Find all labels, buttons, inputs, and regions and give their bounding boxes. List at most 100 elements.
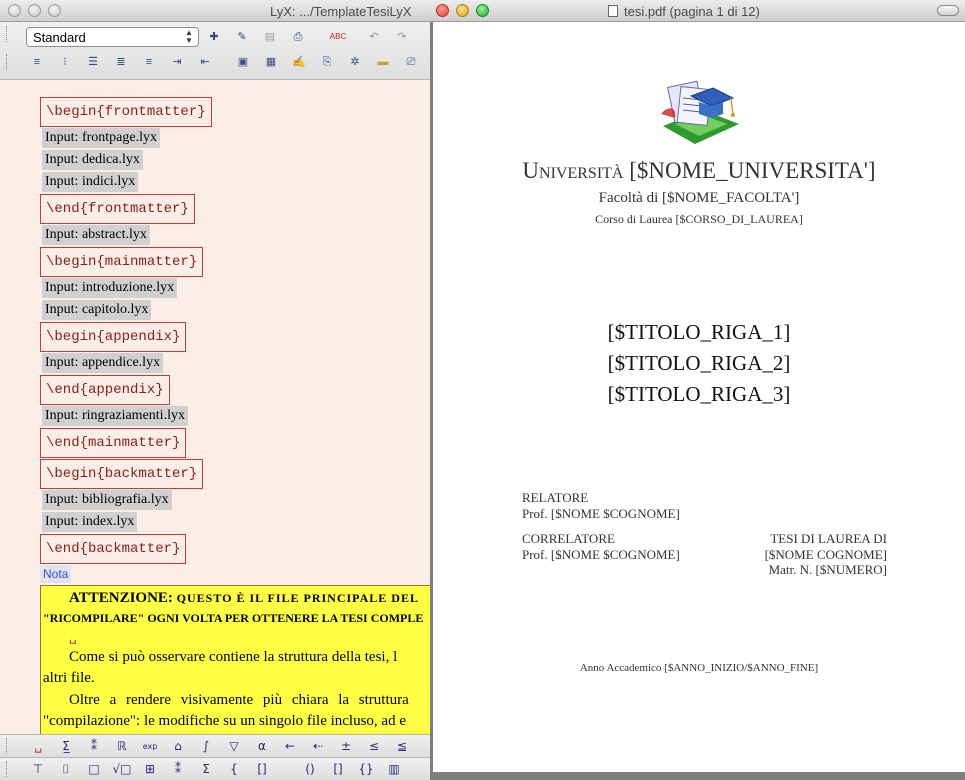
university-name: Università [$NOME_UNIVERSITA']	[522, 158, 876, 183]
math-integral-icon[interactable]: ∫	[196, 738, 216, 755]
math-operator-icon[interactable]: ±	[336, 738, 356, 755]
insert-graphics-icon[interactable]: ▣	[234, 53, 252, 71]
math-brackets-icon[interactable]: []	[328, 761, 348, 778]
note-icon[interactable]: ▬	[374, 53, 392, 71]
document-area[interactable]: \begin{frontmatter} Input: frontpage.lyx…	[0, 80, 430, 734]
ert-inset[interactable]: \end{frontmatter}	[40, 194, 195, 224]
math-brace-icon[interactable]: {	[224, 761, 244, 778]
input-inset[interactable]: Input: frontpage.lyx	[42, 128, 160, 148]
ert-inset[interactable]: \begin{backmatter}	[40, 459, 204, 489]
pdf-page[interactable]: Università [$NOME_UNIVERSITA'] Facoltà d…	[433, 22, 965, 772]
math-style2-icon[interactable]: ⁑	[168, 761, 188, 778]
indent-decrease-icon[interactable]: ⇤	[196, 53, 214, 71]
enumerate-icon[interactable]: ≡	[140, 53, 158, 71]
combo-arrows-icon: ▲ ▼	[185, 28, 193, 45]
note-text: Oltre a rendere visivamente più chiara l…	[69, 692, 409, 708]
close-button[interactable]	[8, 4, 21, 17]
input-inset[interactable]: Input: dedica.lyx	[42, 150, 143, 170]
ert-icon[interactable]: ⎚	[402, 53, 420, 71]
navigate-icon[interactable]: ✲	[346, 53, 364, 71]
minimize-button[interactable]	[456, 4, 469, 17]
input-inset[interactable]: Input: capitolo.lyx	[42, 300, 152, 320]
insert-table-icon[interactable]: ▦	[262, 53, 280, 71]
save-icon[interactable]: ▤	[261, 28, 279, 46]
description-icon[interactable]: ≣	[112, 53, 130, 71]
toolbar-grip[interactable]	[6, 738, 10, 754]
open-document-icon[interactable]: ✎	[233, 28, 251, 46]
math-mode-icon[interactable]: ✍	[290, 53, 308, 71]
paragraph-style-select[interactable]: Standard ▲ ▼	[26, 27, 199, 47]
spellcheck-icon[interactable]: ABC	[329, 28, 347, 46]
input-inset[interactable]: Input: appendice.lyx	[42, 353, 164, 373]
math-greek-icon[interactable]: α	[252, 738, 272, 755]
input-inset[interactable]: Input: ringraziamenti.lyx	[42, 406, 188, 426]
numbered-list-icon[interactable]: ⁝	[56, 53, 74, 71]
pdf-viewer-window: tesi.pdf (pagina 1 di 12) Università [$N…	[430, 0, 965, 780]
zoom-button[interactable]	[48, 4, 61, 17]
math-superscript-icon[interactable]: □	[84, 761, 104, 778]
redo-icon[interactable]: ↷	[393, 28, 411, 46]
note-text: altri file.	[43, 670, 95, 686]
toc-icon[interactable]: ⎘	[318, 53, 336, 71]
math-style-icon[interactable]: ⁑	[84, 738, 104, 755]
math-sum2-icon[interactable]: Σ	[196, 761, 216, 778]
input-inset[interactable]: Input: introduzione.lyx	[42, 278, 178, 298]
thesis-title-line-1: [$TITOLO_RIGA_1]	[607, 320, 791, 344]
ert-inset[interactable]: \end{mainmatter}	[40, 428, 187, 458]
input-inset[interactable]: Input: abstract.lyx	[42, 225, 150, 245]
math-function-icon[interactable]: exp	[140, 738, 160, 755]
thesis-title-line-3: [$TITOLO_RIGA_3]	[607, 382, 791, 406]
relatore-label: RELATORE	[522, 490, 589, 505]
pdf-document-icon	[608, 5, 618, 17]
note-label[interactable]: Nota	[40, 565, 72, 583]
pdf-titlebar: tesi.pdf (pagina 1 di 12)	[430, 0, 965, 22]
math-bracket-icon[interactable]: []	[252, 761, 272, 778]
note-inset[interactable]: ATTENZIONE: QUESTO È IL FILE PRINCIPALE …	[40, 585, 430, 734]
close-button[interactable]	[436, 4, 449, 17]
matricola: Matr. N. [$NUMERO]	[768, 562, 887, 577]
ert-inset[interactable]: \begin{mainmatter}	[40, 247, 204, 277]
correlatore-label: CORRELATORE	[522, 531, 615, 546]
math-root-icon[interactable]: ⊞	[140, 761, 160, 778]
math-relation2-icon[interactable]: ≦	[392, 738, 412, 755]
toolbar-grip[interactable]	[6, 54, 10, 70]
math-matrix-icon[interactable]: ▥	[384, 761, 404, 778]
print-icon[interactable]: ⎙	[289, 28, 307, 46]
window-title: tesi.pdf (pagina 1 di 12)	[608, 4, 760, 19]
zoom-button[interactable]	[476, 4, 489, 17]
ert-inset[interactable]: \end{backmatter}	[40, 534, 187, 564]
math-frac-icon[interactable]: ⌂	[168, 738, 188, 755]
math-parens-icon[interactable]: ()	[300, 761, 320, 778]
toolbar-grip[interactable]	[6, 761, 10, 777]
input-inset[interactable]: Input: bibliografia.lyx	[42, 490, 172, 510]
input-inset[interactable]: Input: index.lyx	[42, 512, 138, 532]
math-arrow-icon[interactable]: ←	[280, 738, 300, 755]
toolbar-toggle-button[interactable]	[937, 5, 959, 16]
note-text: "RICOMPILARE" OGNI VOLTA PER OTTENERE LA…	[43, 611, 424, 625]
indent-increase-icon[interactable]: ⇥	[168, 53, 186, 71]
minimize-button[interactable]	[28, 4, 41, 17]
window-title: LyX: .../TemplateTesiLyX	[270, 4, 412, 19]
candidate-name: [$NOME COGNOME]	[764, 547, 887, 562]
align-icon[interactable]: ≡	[28, 53, 46, 71]
academic-year: Anno Accademico [$ANNO_INIZIO/$ANNO_FINE…	[579, 662, 819, 674]
undo-icon[interactable]: ↶	[365, 28, 383, 46]
math-misc-icon[interactable]: ⊤	[28, 761, 48, 778]
input-inset[interactable]: Input: indici.lyx	[42, 172, 139, 192]
math-space-icon[interactable]: ␣	[28, 738, 48, 755]
math-sum-icon[interactable]: Σ̲	[56, 738, 76, 755]
math-relation-icon[interactable]: ≤	[364, 738, 384, 755]
math-subscript-icon[interactable]: ⌷	[56, 761, 76, 778]
math-dashed-arrow-icon[interactable]: ⇠	[308, 738, 328, 755]
math-font-icon[interactable]: ℝ	[112, 738, 132, 755]
math-nabla-icon[interactable]: ▽	[224, 738, 244, 755]
toolbar-grip[interactable]	[6, 26, 10, 42]
ert-inset[interactable]: \begin{appendix}	[40, 322, 187, 352]
math-sqrt-icon[interactable]: √□	[112, 761, 132, 778]
new-document-icon[interactable]: ✚	[205, 28, 223, 46]
math-braces-icon[interactable]: {}	[356, 761, 376, 778]
thesis-title-line-2: [$TITOLO_RIGA_2]	[607, 351, 791, 375]
ert-inset[interactable]: \begin{frontmatter}	[40, 97, 212, 127]
bullet-list-icon[interactable]: ☰	[84, 53, 102, 71]
ert-inset[interactable]: \end{appendix}	[40, 375, 170, 405]
